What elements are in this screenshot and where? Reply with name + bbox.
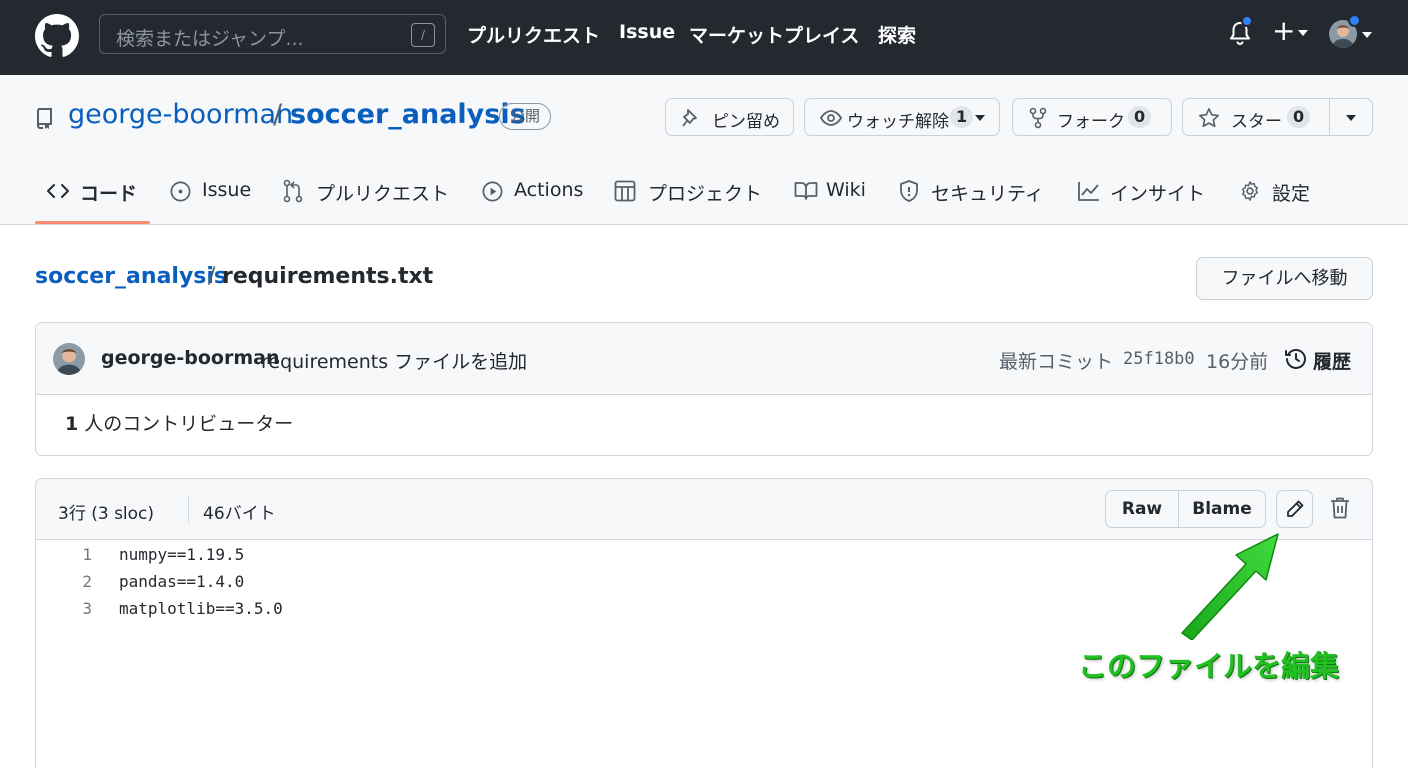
code-text: numpy==1.19.5 xyxy=(119,545,245,564)
breadcrumb-repo-link[interactable]: soccer_analysis xyxy=(35,264,227,289)
graph-icon xyxy=(1078,182,1099,201)
tab-actions-label: Actions xyxy=(514,179,584,201)
tab-projects[interactable]: プロジェクト xyxy=(614,176,764,206)
tab-settings-label: 設定 xyxy=(1272,183,1311,205)
tab-pull-requests[interactable]: プルリクエスト xyxy=(282,176,452,206)
annotation-label: このファイルを編集 xyxy=(1078,649,1340,683)
file-size: 46バイト xyxy=(203,504,276,524)
github-logo-icon[interactable] xyxy=(35,14,79,58)
tab-pull-requests-label: プルリクエスト xyxy=(316,183,450,205)
tab-issues-label: Issue xyxy=(202,179,252,201)
tab-settings[interactable]: 設定 xyxy=(1239,176,1319,206)
commit-sha-link[interactable]: 25f18b0 xyxy=(1123,349,1195,369)
tab-security-label: セキュリティ xyxy=(931,183,1044,205)
tab-issues[interactable]: Issue xyxy=(169,176,254,206)
plus-icon: + xyxy=(1272,14,1296,47)
fork-button[interactable]: フォーク 0 xyxy=(1012,98,1172,136)
latest-commit-box: george-boorman requirements ファイルを追加 最新コミ… xyxy=(35,322,1373,456)
commit-header: george-boorman requirements ファイルを追加 最新コミ… xyxy=(36,323,1372,395)
contributors-label: 人のコントリビューター xyxy=(84,413,294,435)
history-link[interactable]: 履歴 xyxy=(1313,347,1351,374)
repo-name-link[interactable]: soccer_analysis xyxy=(290,99,526,130)
breadcrumb-separator: / xyxy=(208,264,216,289)
tab-code[interactable]: コード xyxy=(46,176,146,206)
contributors-count: 1 xyxy=(65,413,79,435)
avatar-image xyxy=(53,343,85,375)
table-icon xyxy=(614,180,636,202)
raw-button[interactable]: Raw xyxy=(1105,490,1179,528)
global-header: 検索またはジャンプ... / プルリクエスト Issue マーケットプレイス 探… xyxy=(0,0,1408,75)
code-text: matplotlib==3.5.0 xyxy=(119,599,283,618)
watch-label: ウォッチ解除 xyxy=(847,112,949,132)
watch-count: 1 xyxy=(950,106,974,128)
line-number[interactable]: 1 xyxy=(56,545,92,564)
gear-icon xyxy=(1242,181,1258,201)
breadcrumb-file-name: requirements.txt xyxy=(222,264,434,289)
tab-wiki-label: Wiki xyxy=(826,179,866,201)
shield-icon xyxy=(900,180,918,202)
repo-path-separator: / xyxy=(273,99,283,130)
pin-label: ピン留め xyxy=(712,112,780,132)
go-to-file-button[interactable]: ファイルへ移動 xyxy=(1196,257,1373,300)
star-icon xyxy=(1199,108,1219,128)
chevron-down-icon xyxy=(1298,30,1308,36)
commit-time: 16分前 xyxy=(1206,351,1269,373)
book-icon xyxy=(794,182,818,200)
selected-tab-indicator xyxy=(35,221,150,224)
nav-explore[interactable]: 探索 xyxy=(878,21,916,48)
line-number[interactable]: 3 xyxy=(56,599,92,618)
nav-issues[interactable]: Issue xyxy=(619,21,675,43)
star-label: スター xyxy=(1231,112,1282,132)
annotation-arrow-icon xyxy=(1181,533,1279,640)
line-number[interactable]: 2 xyxy=(56,572,92,591)
code-text: pandas==1.4.0 xyxy=(119,572,245,591)
file-line-count: 3行 (3 sloc) xyxy=(58,504,155,524)
pencil-icon xyxy=(1287,500,1304,517)
repo-header: george-boorman / soccer_analysis 公開 ピン留め… xyxy=(0,75,1408,225)
tab-wiki[interactable]: Wiki xyxy=(794,176,869,206)
tab-insights-label: インサイト xyxy=(1110,183,1206,205)
fork-icon xyxy=(1029,107,1047,129)
star-chevron-down-icon xyxy=(1346,115,1356,121)
history-icon[interactable] xyxy=(1284,347,1308,371)
play-icon xyxy=(482,181,503,202)
search-input[interactable]: 検索またはジャンプ... / xyxy=(99,14,446,54)
tab-projects-label: プロジェクト xyxy=(648,183,763,205)
watch-chevron-down-icon xyxy=(975,115,985,121)
tab-code-label: コード xyxy=(80,183,138,205)
star-count: 0 xyxy=(1287,106,1311,128)
tab-security[interactable]: セキュリティ xyxy=(898,176,1048,206)
notification-indicator xyxy=(1241,15,1253,27)
star-button[interactable]: スター 0 xyxy=(1182,98,1330,136)
create-new-menu[interactable]: + xyxy=(1272,14,1312,48)
pull-request-icon xyxy=(283,179,303,203)
repo-owner-link[interactable]: george-boorman xyxy=(68,99,293,130)
commit-message-link[interactable]: requirements ファイルを追加 xyxy=(261,347,527,374)
contributors-info[interactable]: 1 人のコントリビューター xyxy=(65,409,293,436)
issue-icon xyxy=(170,181,191,202)
avatar-status-indicator xyxy=(1348,14,1361,27)
eye-icon xyxy=(820,110,842,126)
trash-icon[interactable] xyxy=(1329,496,1351,520)
pin-button[interactable]: ピン留め xyxy=(665,98,794,136)
tab-insights[interactable]: インサイト xyxy=(1077,176,1207,206)
commit-author-link[interactable]: george-boorman xyxy=(101,347,280,369)
tab-actions[interactable]: Actions xyxy=(481,176,586,206)
fork-count: 0 xyxy=(1128,106,1152,128)
latest-commit-label: 最新コミット xyxy=(999,351,1114,373)
search-placeholder: 検索またはジャンプ... xyxy=(116,28,304,50)
search-shortcut-key: / xyxy=(411,23,435,47)
commit-author-avatar[interactable] xyxy=(53,343,85,375)
pin-icon xyxy=(682,109,697,127)
visibility-badge: 公開 xyxy=(499,103,552,130)
fork-label: フォーク xyxy=(1057,112,1125,132)
nav-pull-requests[interactable]: プルリクエスト xyxy=(467,21,600,48)
code-icon xyxy=(47,184,69,198)
star-list-dropdown[interactable] xyxy=(1329,98,1373,136)
avatar-chevron-down-icon[interactable] xyxy=(1362,32,1372,38)
repo-icon xyxy=(37,108,52,129)
watch-button[interactable]: ウォッチ解除 1 xyxy=(804,98,1000,136)
file-info-divider xyxy=(188,495,189,523)
nav-marketplace[interactable]: マーケットプレイス xyxy=(689,21,859,48)
